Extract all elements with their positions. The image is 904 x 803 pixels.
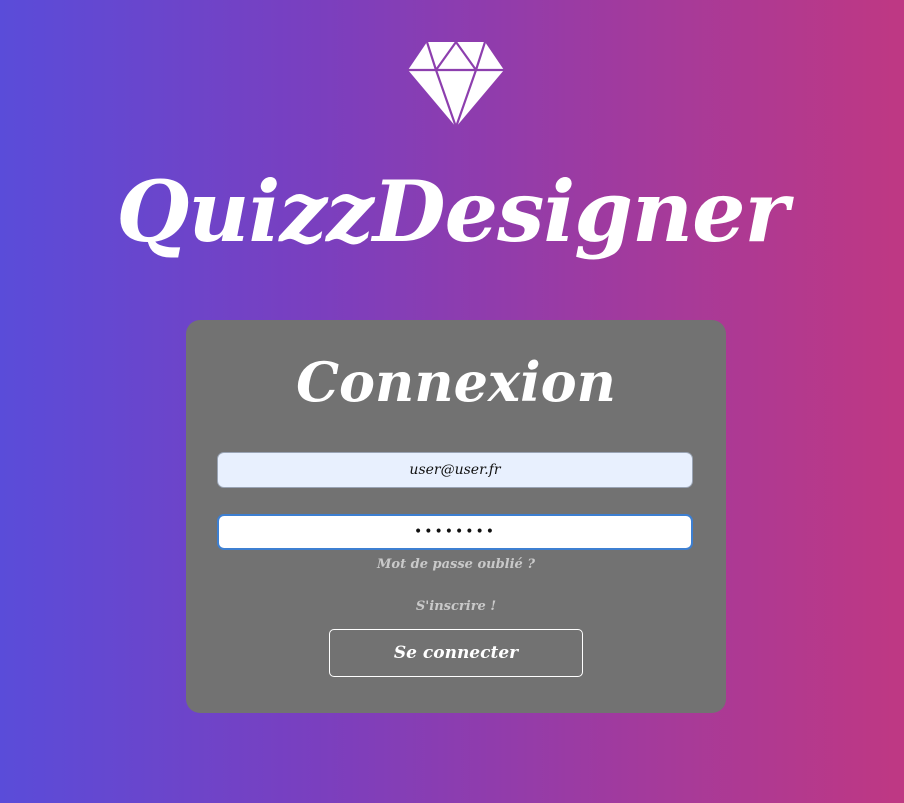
- diamond-icon: [408, 40, 504, 128]
- app-title: QuizzDesigner: [116, 162, 789, 261]
- forgot-password-link[interactable]: Mot de passe oublié ?: [186, 556, 726, 574]
- signup-link[interactable]: S'inscrire !: [186, 598, 726, 616]
- login-card: Connexion Mot de passe oublié ? S'inscri…: [186, 320, 726, 713]
- password-field[interactable]: [217, 514, 693, 550]
- email-field[interactable]: [217, 452, 693, 488]
- login-heading: Connexion: [296, 350, 616, 414]
- login-button[interactable]: Se connecter: [329, 629, 583, 677]
